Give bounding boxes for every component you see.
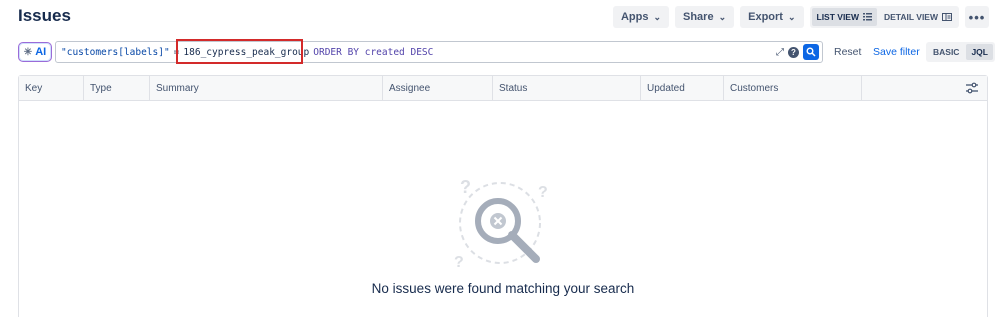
svg-text:?: ? xyxy=(538,184,548,201)
jql-value: 186_cypress_peak_group xyxy=(183,46,310,58)
search-icon xyxy=(806,47,816,57)
chevron-down-icon: ⌄ xyxy=(653,11,661,22)
list-view-button[interactable]: LIST VIEW xyxy=(811,8,877,26)
ai-search-button[interactable]: ✳ AI xyxy=(18,42,52,62)
list-view-label: LIST VIEW xyxy=(816,12,860,22)
more-actions-button[interactable]: ••• xyxy=(965,6,989,28)
column-settings-icon[interactable] xyxy=(965,82,979,94)
empty-state: ? ? ? No issues were found matching your… xyxy=(19,171,987,296)
search-mode-toggle: BASIC JQL xyxy=(926,42,995,62)
reset-button[interactable]: Reset xyxy=(834,46,861,58)
expand-icon[interactable]: ⤢ xyxy=(776,47,784,58)
column-header-assignee[interactable]: Assignee xyxy=(382,76,492,101)
svg-text:?: ? xyxy=(460,177,471,197)
page-title: Issues xyxy=(18,6,71,25)
column-header-updated[interactable]: Updated xyxy=(640,76,723,101)
detail-view-button[interactable]: DETAIL VIEW xyxy=(879,8,957,26)
empty-state-message: No issues were found matching your searc… xyxy=(371,281,635,296)
jql-operator: = xyxy=(173,46,180,58)
basic-mode-button[interactable]: BASIC xyxy=(928,44,964,60)
jql-icons: ⤢ ? xyxy=(776,44,819,60)
chevron-down-icon: ⌄ xyxy=(718,11,727,22)
export-button[interactable]: Export ⌄ xyxy=(740,6,804,28)
jql-order-clause: ORDER BY created DESC xyxy=(313,46,434,58)
sparkle-icon: ✳ xyxy=(23,46,33,58)
apps-button[interactable]: Apps ⌄ xyxy=(612,6,669,28)
detail-view-label: DETAIL VIEW xyxy=(884,12,938,22)
column-header-key[interactable]: Key xyxy=(19,76,82,101)
export-label: Export xyxy=(748,11,783,23)
top-actions: Apps ⌄ Share ⌄ Export ⌄ LIST VIEW DETAIL… xyxy=(612,6,989,28)
column-header-summary[interactable]: Summary xyxy=(149,76,382,101)
list-view-icon xyxy=(863,13,872,21)
jql-input[interactable]: "customers[labels]" = 186_cypress_peak_g… xyxy=(55,41,823,63)
share-label: Share xyxy=(682,11,714,23)
jql-field: "customers[labels]" xyxy=(61,46,170,58)
apps-label: Apps xyxy=(620,11,649,23)
jql-mode-button[interactable]: JQL xyxy=(966,44,993,60)
column-header-status[interactable]: Status xyxy=(492,76,640,101)
chevron-down-icon: ⌄ xyxy=(787,11,796,22)
table-header: Key Type Summary Assignee Status Updated… xyxy=(19,76,987,101)
column-header-customers[interactable]: Customers xyxy=(723,76,861,101)
issues-table: Key Type Summary Assignee Status Updated… xyxy=(18,75,988,317)
ai-label: AI xyxy=(35,46,47,58)
no-results-magnifier-icon: ? ? ? xyxy=(454,177,548,271)
svg-text:?: ? xyxy=(454,254,464,271)
help-icon[interactable]: ? xyxy=(788,46,799,58)
view-toggle: LIST VIEW DETAIL VIEW xyxy=(809,6,959,28)
search-button[interactable] xyxy=(803,44,819,60)
detail-view-icon xyxy=(942,13,952,21)
column-header-type[interactable]: Type xyxy=(83,76,149,101)
save-filter-button[interactable]: Save filter xyxy=(873,46,920,58)
share-button[interactable]: Share ⌄ xyxy=(674,6,735,28)
